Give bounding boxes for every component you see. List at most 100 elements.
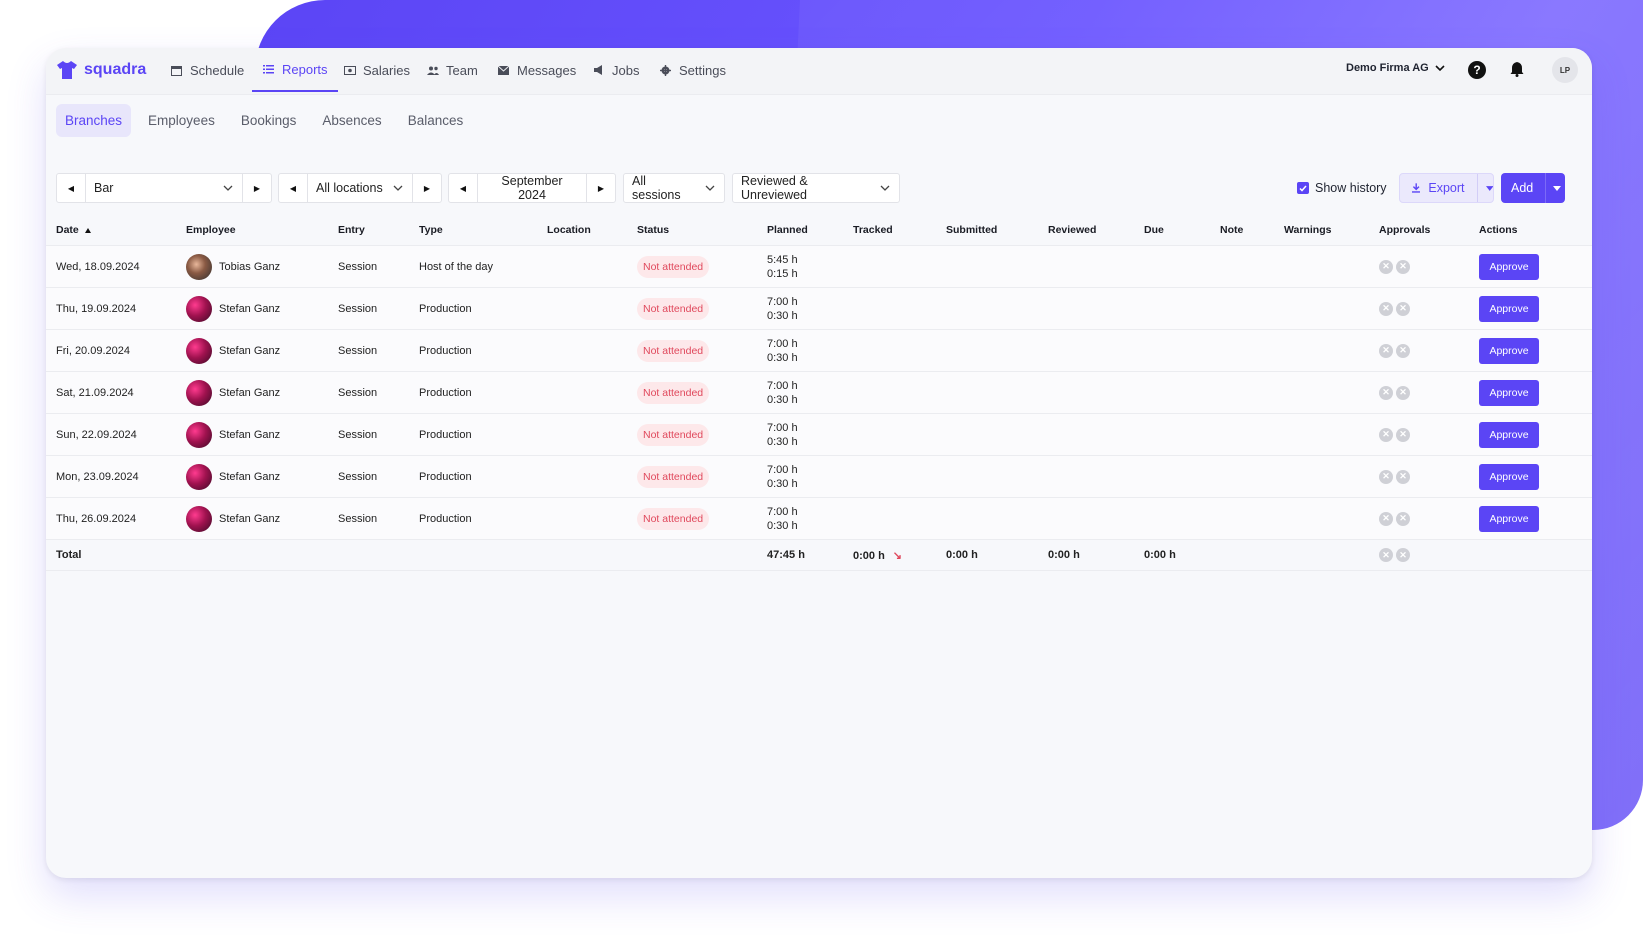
row-approvals: ✕ ✕ bbox=[1379, 245, 1479, 288]
row-due bbox=[1144, 329, 1220, 372]
row-employee-cell: Stefan Ganz bbox=[186, 329, 338, 372]
column-header-warnings: Warnings bbox=[1284, 215, 1379, 246]
row-location bbox=[547, 245, 637, 288]
tab-bookings[interactable]: Bookings bbox=[232, 104, 306, 137]
nav-jobs[interactable]: Jobs bbox=[592, 48, 639, 92]
column-header-date[interactable]: Date bbox=[46, 215, 186, 246]
row-actions: Approve bbox=[1479, 455, 1592, 498]
period-next-button[interactable]: ▶ bbox=[587, 174, 615, 202]
tab-branches[interactable]: Branches bbox=[56, 104, 132, 137]
approve-button[interactable]: Approve bbox=[1479, 253, 1539, 280]
tab-balances[interactable]: Balances bbox=[399, 104, 473, 137]
table-row[interactable]: Mon, 23.09.2024 Stefan Ganz Session Product… bbox=[46, 455, 1592, 498]
tab-employees[interactable]: Employees bbox=[139, 104, 224, 137]
row-type: Production bbox=[419, 497, 547, 540]
row-type: Production bbox=[419, 413, 547, 456]
row-warnings bbox=[1284, 497, 1379, 540]
row-type: Production bbox=[419, 455, 547, 498]
show-history-label: Show history bbox=[1315, 181, 1387, 195]
row-planned-time: 7:00 h bbox=[767, 295, 798, 308]
add-button[interactable]: Add bbox=[1501, 173, 1565, 203]
row-warnings bbox=[1284, 287, 1379, 330]
approval-pending-icon: ✕ bbox=[1396, 301, 1410, 316]
status-badge: Not attended bbox=[637, 255, 710, 278]
show-history-toggle[interactable]: Show history bbox=[1297, 181, 1387, 195]
row-date: Thu, 26.09.2024 bbox=[46, 497, 186, 540]
row-entry: Session bbox=[338, 413, 419, 456]
approve-button[interactable]: Approve bbox=[1479, 295, 1539, 322]
branch-next-button[interactable]: ▶ bbox=[243, 174, 271, 202]
table-row[interactable]: Thu, 26.09.2024 Stefan Ganz Session Product… bbox=[46, 497, 1592, 540]
nav-team[interactable]: Team bbox=[426, 48, 478, 92]
branch-select[interactable]: Bar bbox=[86, 181, 222, 195]
checkbox-checked-icon[interactable] bbox=[1297, 182, 1309, 194]
row-location bbox=[547, 413, 637, 456]
chevron-down-icon bbox=[705, 185, 715, 191]
report-subtabs: Branches Employees Bookings Absences Bal… bbox=[56, 104, 472, 137]
people-icon bbox=[426, 64, 439, 77]
company-selector[interactable]: Demo Firma AG bbox=[1346, 62, 1445, 74]
location-next-button[interactable]: ▶ bbox=[413, 174, 441, 202]
column-header-note: Note bbox=[1220, 215, 1284, 246]
bell-icon[interactable] bbox=[1510, 61, 1524, 82]
row-employee-cell: Stefan Ganz bbox=[186, 497, 338, 540]
caret-down-icon[interactable] bbox=[1553, 185, 1562, 191]
approve-button[interactable]: Approve bbox=[1479, 379, 1539, 406]
row-employee-cell: Stefan Ganz bbox=[186, 287, 338, 330]
nav-salaries-label: Salaries bbox=[363, 62, 410, 78]
row-status-cell: Not attended bbox=[637, 497, 767, 540]
row-submitted bbox=[946, 329, 1048, 372]
period-prev-button[interactable]: ◀ bbox=[449, 174, 477, 202]
column-header-reviewed: Reviewed bbox=[1048, 215, 1144, 246]
help-icon[interactable]: ? bbox=[1468, 61, 1486, 79]
export-button[interactable]: Export bbox=[1399, 173, 1494, 203]
sessions-filter[interactable]: All sessions bbox=[623, 173, 725, 203]
row-planned-cell: 5:45 h 0:15 h bbox=[767, 245, 853, 288]
approval-pending-icon: ✕ bbox=[1396, 427, 1410, 442]
table-row[interactable]: Sun, 22.09.2024 Stefan Ganz Session Product… bbox=[46, 413, 1592, 456]
location-select[interactable]: All locations bbox=[308, 181, 392, 195]
table-row[interactable]: Fri, 20.09.2024 Stefan Ganz Session Product… bbox=[46, 329, 1592, 372]
row-approvals: ✕ ✕ bbox=[1379, 371, 1479, 414]
approve-button[interactable]: Approve bbox=[1479, 505, 1539, 532]
row-actions: Approve bbox=[1479, 413, 1592, 456]
column-header-location: Location bbox=[547, 215, 637, 246]
table-row[interactable]: Wed, 18.09.2024 Tobias Ganz Session Host of… bbox=[46, 245, 1592, 288]
nav-salaries[interactable]: Salaries bbox=[343, 48, 410, 92]
approve-button[interactable]: Approve bbox=[1479, 421, 1539, 448]
tab-absences[interactable]: Absences bbox=[313, 104, 390, 137]
row-status-cell: Not attended bbox=[637, 287, 767, 330]
row-employee-name: Stefan Ganz bbox=[219, 512, 281, 525]
nav-reports[interactable]: Reports bbox=[252, 48, 338, 92]
avatar bbox=[186, 505, 212, 532]
table-row[interactable]: Thu, 19.09.2024 Stefan Ganz Session Product… bbox=[46, 287, 1592, 330]
caret-down-icon[interactable] bbox=[1485, 185, 1493, 191]
row-planned-cell: 7:00 h 0:30 h bbox=[767, 287, 853, 330]
period-filter: ◀ September 2024 ▶ bbox=[448, 173, 616, 203]
row-submitted bbox=[946, 287, 1048, 330]
total-planned: 47:45 h bbox=[767, 539, 853, 571]
review-filter[interactable]: Reviewed & Unreviewed bbox=[732, 173, 900, 203]
row-due bbox=[1144, 497, 1220, 540]
approval-pending-icon: ✕ bbox=[1379, 385, 1393, 400]
column-header-due: Due bbox=[1144, 215, 1220, 246]
nav-schedule[interactable]: Schedule bbox=[170, 48, 244, 92]
row-date: Mon, 23.09.2024 bbox=[46, 455, 186, 498]
table-row[interactable]: Sat, 21.09.2024 Stefan Ganz Session Product… bbox=[46, 371, 1592, 414]
approve-button[interactable]: Approve bbox=[1479, 337, 1539, 364]
row-type: Production bbox=[419, 329, 547, 372]
branch-prev-button[interactable]: ◀ bbox=[57, 174, 85, 202]
period-select[interactable]: September 2024 bbox=[478, 174, 586, 202]
total-submitted: 0:00 h bbox=[946, 539, 1048, 571]
nav-settings[interactable]: Settings bbox=[659, 48, 726, 92]
total-tracked-cell: 0:00 h ↘ bbox=[853, 539, 946, 571]
location-prev-button[interactable]: ◀ bbox=[279, 174, 307, 202]
company-name: Demo Firma AG bbox=[1346, 62, 1429, 74]
chevron-down-icon bbox=[1435, 64, 1445, 71]
top-navbar: squadra Schedule Reports Salaries Team M… bbox=[46, 48, 1592, 95]
approve-button[interactable]: Approve bbox=[1479, 463, 1539, 490]
approval-pending-icon: ✕ bbox=[1379, 511, 1393, 526]
nav-messages[interactable]: Messages bbox=[497, 48, 576, 92]
user-avatar[interactable]: LP bbox=[1552, 57, 1578, 83]
logo[interactable]: squadra bbox=[56, 60, 146, 80]
